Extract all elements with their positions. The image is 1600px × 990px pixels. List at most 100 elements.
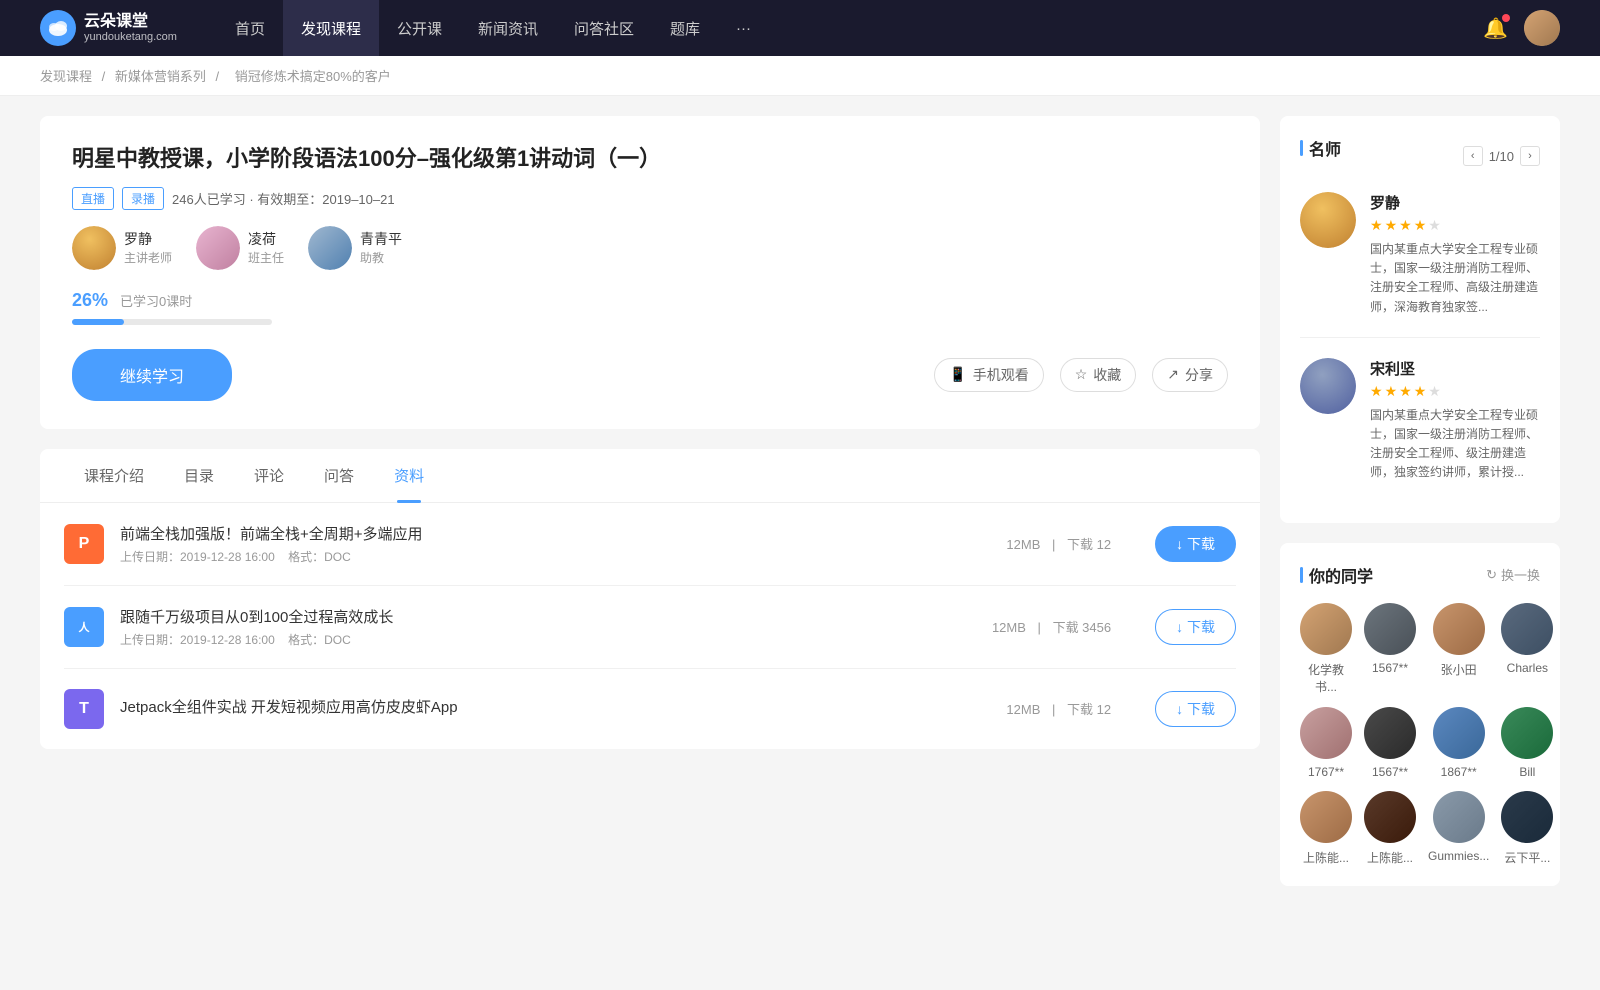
classmate-3[interactable]: 张小田 xyxy=(1428,603,1489,695)
classmate-10[interactable]: 上陈能... xyxy=(1364,791,1416,866)
pagination-next[interactable]: › xyxy=(1520,146,1540,166)
course-meta: 246人已学习 · 有效期至：2019–10–21 xyxy=(172,189,395,208)
nav-logo[interactable]: 云朵课堂 yundouketang.com xyxy=(40,10,177,46)
progress-text: 已学习0课时 xyxy=(120,291,192,310)
resource-stats-2: 12MB | 下载 3456 xyxy=(988,617,1115,636)
classmate-12-avatar xyxy=(1501,791,1553,843)
classmate-1-avatar xyxy=(1300,603,1352,655)
teacher-1: 罗静 主讲老师 xyxy=(72,226,172,270)
tabs-card: 课程介绍 目录 评论 问答 资料 P 前端全栈加强版！前端全栈+全周期+多端应用… xyxy=(40,449,1260,749)
star-icon: ☆ xyxy=(1075,366,1088,383)
classmate-4-avatar xyxy=(1501,603,1553,655)
continue-button[interactable]: 继续学习 xyxy=(72,349,232,401)
share-button[interactable]: ↗ 分享 xyxy=(1152,358,1228,392)
pagination-indicator: 1/10 xyxy=(1489,149,1514,164)
classmate-4[interactable]: Charles xyxy=(1501,603,1553,695)
classmate-7-avatar xyxy=(1433,707,1485,759)
classmate-4-name: Charles xyxy=(1507,661,1548,675)
breadcrumb-discover[interactable]: 发现课程 xyxy=(40,69,92,84)
download-button-1[interactable]: ↓ 下载 xyxy=(1155,526,1236,562)
breadcrumb-series[interactable]: 新媒体营销系列 xyxy=(115,69,206,84)
classmate-6-avatar xyxy=(1364,707,1416,759)
classmate-5[interactable]: 1767** xyxy=(1300,707,1352,779)
badge-live: 直播 xyxy=(72,187,114,210)
resource-item-3: T Jetpack全组件实战 开发短视频应用高仿皮皮虾App 12MB | 下载… xyxy=(64,669,1236,749)
classmate-2-avatar xyxy=(1364,603,1416,655)
teachers-pagination: ‹ 1/10 › xyxy=(1463,146,1540,166)
sidebar-teacher-1: 罗静 ★ ★ ★ ★ ★ 国内某重点大学安全工程专业硕士，国家一级注册消防工程师… xyxy=(1300,192,1540,317)
nav-more[interactable]: ··· xyxy=(718,0,769,56)
refresh-button[interactable]: ↻ 换一换 xyxy=(1486,565,1540,584)
user-avatar[interactable] xyxy=(1524,10,1560,46)
teacher-1-name: 罗静 xyxy=(124,229,172,249)
classmate-7-name: 1867** xyxy=(1441,765,1477,779)
classmate-11[interactable]: Gummies... xyxy=(1428,791,1489,866)
classmates-card: 你的同学 ↻ 换一换 化学教书... 1567** 张小田 xyxy=(1280,543,1560,886)
course-title: 明星中教授课，小学阶段语法100分–强化级第1讲动词（一） xyxy=(72,144,1228,175)
resource-info-3: Jetpack全组件实战 开发短视频应用高仿皮皮虾App xyxy=(120,696,962,721)
course-badges: 直播 录播 246人已学习 · 有效期至：2019–10–21 xyxy=(72,187,1228,210)
tab-review[interactable]: 评论 xyxy=(234,449,304,502)
nav-exam[interactable]: 题库 xyxy=(652,0,718,56)
classmate-7[interactable]: 1867** xyxy=(1428,707,1489,779)
resource-icon-1: P xyxy=(64,524,104,564)
action-links: 📱 手机观看 ☆ 收藏 ↗ 分享 xyxy=(934,358,1228,392)
teacher-3-role: 助教 xyxy=(360,249,402,266)
classmate-3-name: 张小田 xyxy=(1441,661,1477,678)
classmate-12[interactable]: 云下平... xyxy=(1501,791,1553,866)
teachers-card-header: 名师 ‹ 1/10 › xyxy=(1300,136,1540,176)
classmate-10-avatar xyxy=(1364,791,1416,843)
nav-menu: 首页 发现课程 公开课 新闻资讯 问答社区 题库 ··· xyxy=(217,0,1483,56)
progress-label: 26% 已学习0课时 xyxy=(72,290,1228,311)
classmate-10-name: 上陈能... xyxy=(1367,849,1413,866)
classmate-9-avatar xyxy=(1300,791,1352,843)
classmate-3-avatar xyxy=(1433,603,1485,655)
classmate-11-avatar xyxy=(1433,791,1485,843)
main-content: 明星中教授课，小学阶段语法100分–强化级第1讲动词（一） 直播 录播 246人… xyxy=(40,116,1260,906)
sidebar-teacher-2-stars: ★ ★ ★ ★ ★ xyxy=(1370,383,1540,400)
classmate-5-name: 1767** xyxy=(1308,765,1344,779)
teacher-3: 青青平 助教 xyxy=(308,226,402,270)
navbar: 云朵课堂 yundouketang.com 首页 发现课程 公开课 新闻资讯 问… xyxy=(0,0,1600,56)
phone-watch-button[interactable]: 📱 手机观看 xyxy=(934,358,1043,392)
pagination-prev[interactable]: ‹ xyxy=(1463,146,1483,166)
teachers-sidebar-card: 名师 ‹ 1/10 › 罗静 ★ ★ ★ ★ xyxy=(1280,116,1560,523)
classmate-9[interactable]: 上陈能... xyxy=(1300,791,1352,866)
progress-section: 26% 已学习0课时 xyxy=(72,290,1228,325)
notification-bell[interactable]: 🔔 xyxy=(1483,16,1508,41)
tab-catalog[interactable]: 目录 xyxy=(164,449,234,502)
tab-resources[interactable]: 资料 xyxy=(374,449,444,502)
classmate-2-name: 1567** xyxy=(1372,661,1408,675)
teacher-1-role: 主讲老师 xyxy=(124,249,172,266)
resource-stats-1: 12MB | 下载 12 xyxy=(1002,534,1115,553)
nav-news[interactable]: 新闻资讯 xyxy=(460,0,556,56)
nav-public[interactable]: 公开课 xyxy=(379,0,460,56)
resource-info-1: 前端全栈加强版！前端全栈+全周期+多端应用 上传日期：2019-12-28 16… xyxy=(120,523,962,565)
classmate-1[interactable]: 化学教书... xyxy=(1300,603,1352,695)
progress-track xyxy=(72,319,272,325)
nav-qa[interactable]: 问答社区 xyxy=(556,0,652,56)
tabs-header: 课程介绍 目录 评论 问答 资料 xyxy=(40,449,1260,503)
resource-name-2: 跟随千万级项目从0到100全过程高效成长 xyxy=(120,606,948,627)
download-button-3[interactable]: ↓ 下载 xyxy=(1155,691,1236,727)
logo-icon xyxy=(40,10,76,46)
nav-discover[interactable]: 发现课程 xyxy=(283,0,379,56)
classmate-6[interactable]: 1567** xyxy=(1364,707,1416,779)
classmate-1-name: 化学教书... xyxy=(1300,661,1352,695)
teacher-2-name: 凌荷 xyxy=(248,229,284,249)
collect-button[interactable]: ☆ 收藏 xyxy=(1060,358,1137,392)
classmate-8-avatar xyxy=(1501,707,1553,759)
refresh-icon: ↻ xyxy=(1486,567,1497,583)
teachers-sidebar-title: 名师 xyxy=(1300,136,1341,160)
classmate-2[interactable]: 1567** xyxy=(1364,603,1416,695)
sidebar-teacher-2: 宋利坚 ★ ★ ★ ★ ★ 国内某重点大学安全工程专业硕士，国家一级注册消防工程… xyxy=(1300,358,1540,483)
nav-home[interactable]: 首页 xyxy=(217,0,283,56)
tab-qa[interactable]: 问答 xyxy=(304,449,374,502)
download-button-2[interactable]: ↓ 下载 xyxy=(1155,609,1236,645)
progress-percent: 26% xyxy=(72,290,108,311)
tab-intro[interactable]: 课程介绍 xyxy=(64,449,164,502)
avatar-image xyxy=(1524,10,1560,46)
classmate-8[interactable]: Bill xyxy=(1501,707,1553,779)
classmates-header: 你的同学 ↻ 换一换 xyxy=(1300,563,1540,587)
actions-row: 继续学习 📱 手机观看 ☆ 收藏 ↗ 分享 xyxy=(72,349,1228,401)
